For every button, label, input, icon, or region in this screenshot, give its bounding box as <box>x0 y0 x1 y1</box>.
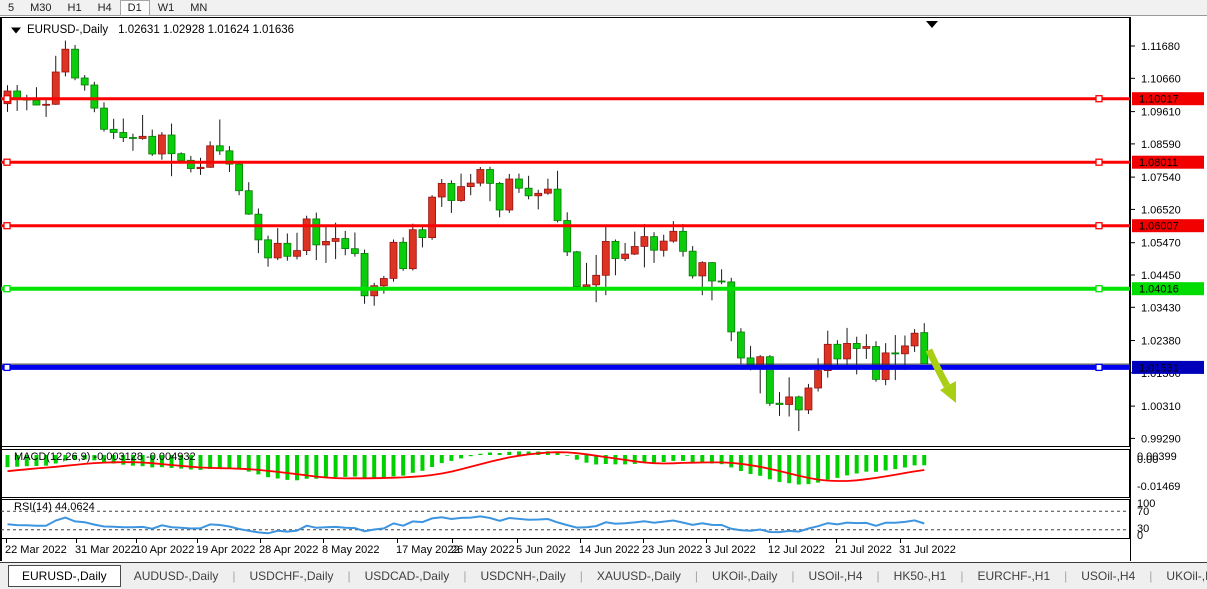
price-line-badge: 1.08011 <box>1132 156 1204 170</box>
date-label: 19 Apr 2022 <box>196 544 255 556</box>
line-handle <box>1096 223 1102 229</box>
candle <box>573 251 580 290</box>
date-label: 21 Jul 2022 <box>835 544 892 556</box>
price-line-badge: 1.01531 <box>1132 361 1204 375</box>
symbol-tab-bar: EURUSD-,DailyAUDUSD-,Daily|USDCHF-,Daily… <box>0 562 1207 589</box>
candle <box>477 167 484 186</box>
tab-xauusd-daily[interactable]: XAUUSD-,Daily <box>584 565 694 588</box>
price-tick-label: 1.00310 <box>1141 401 1181 413</box>
timeframe-button-w1[interactable]: W1 <box>150 0 183 16</box>
line-handle <box>4 223 10 229</box>
rsi-axis-label: 70 <box>1137 506 1149 518</box>
date-label: 28 Apr 2022 <box>259 544 318 556</box>
candle <box>72 45 79 80</box>
date-label: 31 Jul 2022 <box>899 544 956 556</box>
rsi-label: RSI(14) 44.0624 <box>14 501 95 513</box>
timeframe-button-h4[interactable]: H4 <box>90 0 120 16</box>
candle <box>236 164 243 196</box>
macd-label: MACD(12,26,9) -0.003128 -0.004932 <box>14 451 196 463</box>
line-handle <box>4 96 10 102</box>
svg-text:1.10017: 1.10017 <box>1139 94 1179 106</box>
candle <box>689 246 696 278</box>
tab-usoil-h4-2[interactable]: USOil-,H4 <box>1068 565 1148 588</box>
svg-text:1.06007: 1.06007 <box>1139 221 1179 233</box>
tab-ukoil-daily[interactable]: UKOil-,Daily <box>699 565 790 588</box>
tab-hk50-h1[interactable]: HK50-,H1 <box>881 565 960 588</box>
price-line-badge: 1.06007 <box>1132 219 1204 233</box>
tab-eurusd-daily[interactable]: EURUSD-,Daily <box>8 565 121 587</box>
macd-axis-min: -0.01469 <box>1137 481 1180 493</box>
line-handle <box>1096 96 1102 102</box>
date-label: 12 Jul 2022 <box>768 544 825 556</box>
tab-usdcnh-daily[interactable]: USDCNH-,Daily <box>467 565 578 588</box>
candle <box>805 384 812 414</box>
candle <box>409 224 416 271</box>
timeframe-button-d1[interactable]: D1 <box>120 0 150 16</box>
svg-text:1.08011: 1.08011 <box>1139 157 1178 169</box>
price-tick-label: 0.99290 <box>1141 433 1181 445</box>
tab-eurchf-h1[interactable]: EURCHF-,H1 <box>964 565 1063 588</box>
price-tick-label: 1.02380 <box>1141 336 1181 348</box>
date-label: 14 Jun 2022 <box>579 544 640 556</box>
candle <box>873 341 880 382</box>
tab-audusd-daily[interactable]: AUDUSD-,Daily <box>121 565 232 588</box>
price-line-badge: 1.04016 <box>1132 282 1204 296</box>
line-handle <box>1096 364 1102 370</box>
chart-title-ohlc: 1.02631 1.02928 1.01624 1.01636 <box>118 24 294 36</box>
price-tick-label: 1.09610 <box>1141 107 1181 119</box>
rsi-axis-label: 0 <box>1137 530 1143 542</box>
tab-usdcad-daily[interactable]: USDCAD-,Daily <box>352 565 463 588</box>
timeframe-button-m30[interactable]: M30 <box>22 0 59 16</box>
candle <box>506 174 513 213</box>
candle <box>361 250 368 304</box>
price-tick-label: 1.05470 <box>1141 238 1181 250</box>
price-tick-label: 1.03430 <box>1141 302 1181 314</box>
price-line-badge: 1.10017 <box>1132 92 1204 106</box>
date-label: 26 May 2022 <box>451 544 515 556</box>
timeframe-button-mn[interactable]: MN <box>182 0 215 16</box>
tab-usdchf-daily[interactable]: USDCHF-,Daily <box>237 565 347 588</box>
timeframe-button-5[interactable]: 5 <box>0 0 22 16</box>
line-handle <box>4 364 10 370</box>
candle <box>766 355 773 406</box>
chart-title: EURUSD-,Daily 1.02631 1.02928 1.01624 1.0… <box>27 24 294 36</box>
price-tick-label: 1.11680 <box>1141 41 1180 53</box>
candle <box>91 82 98 112</box>
tab-ukoil-h4[interactable]: UKOil-,H4 <box>1153 565 1207 588</box>
date-label: 5 Jun 2022 <box>516 544 570 556</box>
candle <box>303 216 310 255</box>
timeframe-button-h1[interactable]: H1 <box>60 0 90 16</box>
date-label: 3 Jul 2022 <box>705 544 756 556</box>
date-label: 31 Mar 2022 <box>75 544 137 556</box>
date-label: 22 Mar 2022 <box>5 544 67 556</box>
price-tick-label: 1.10660 <box>1141 73 1181 85</box>
line-handle <box>4 159 10 165</box>
macd-axis-zero: 0.00 <box>1137 454 1158 466</box>
price-hline-101531[interactable] <box>1 364 1130 370</box>
candle <box>400 237 407 270</box>
timeframe-toolbar: 5M30H1H4D1W1MN <box>0 0 1207 16</box>
candle <box>390 240 397 282</box>
price-tick-label: 1.07540 <box>1141 172 1181 184</box>
svg-text:1.01531: 1.01531 <box>1139 362 1179 374</box>
date-label: 23 Jun 2022 <box>642 544 703 556</box>
price-tick-label: 1.06520 <box>1141 204 1181 216</box>
date-label: 10 Apr 2022 <box>135 544 194 556</box>
price-tick-label: 1.04450 <box>1141 270 1181 282</box>
svg-text:1.04016: 1.04016 <box>1139 284 1179 296</box>
price-tick-label: 1.08590 <box>1141 139 1181 151</box>
date-label: 8 May 2022 <box>322 544 379 556</box>
chart-canvas[interactable]: 1.11680 1.10660 1.09610 1.08590 1.07540 1.065… <box>0 16 1207 562</box>
candle <box>429 195 436 240</box>
line-handle <box>1096 159 1102 165</box>
line-handle <box>1096 286 1102 292</box>
line-handle <box>4 286 10 292</box>
tab-usoil-h4[interactable]: USOil-,H4 <box>796 565 876 588</box>
chart-title-symbol: EURUSD-,Daily <box>27 24 108 36</box>
